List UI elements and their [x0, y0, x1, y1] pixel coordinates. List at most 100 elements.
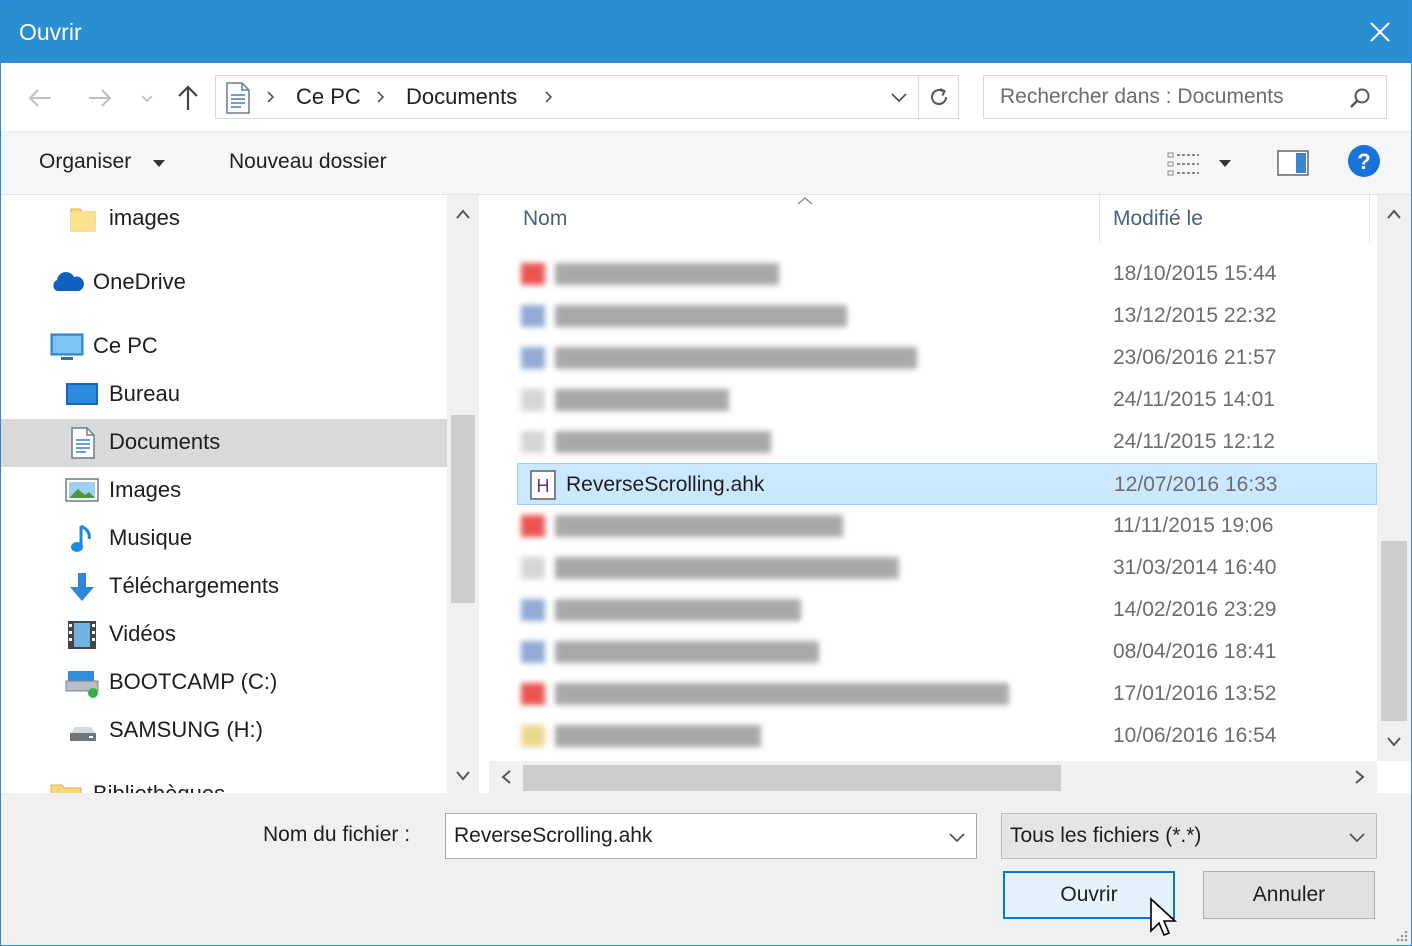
address-history-dropdown[interactable]: [888, 86, 910, 108]
arrow-right-icon: [89, 89, 112, 107]
organize-menu[interactable]: Organiser: [39, 150, 131, 174]
column-header-name[interactable]: Nom: [523, 207, 567, 231]
scrollbar-thumb[interactable]: [1381, 541, 1407, 721]
up-button[interactable]: [171, 81, 205, 115]
scrollbar-thumb[interactable]: [451, 415, 475, 603]
chevron-up-icon: [456, 209, 470, 219]
cancel-button[interactable]: Annuler: [1203, 871, 1375, 919]
file-list-horizontal-scrollbar[interactable]: [489, 761, 1377, 793]
ahk-file-icon: H: [530, 470, 556, 500]
address-bar[interactable]: Ce PC Documents: [215, 75, 959, 119]
chevron-down-icon: [1387, 737, 1401, 747]
file-row[interactable]: 24/11/2015 12:12: [517, 421, 1377, 463]
file-row[interactable]: 24/11/2015 14:01: [517, 379, 1377, 421]
column-divider[interactable]: [1099, 195, 1100, 243]
file-modified-date: 08/04/2016 18:41: [1113, 640, 1277, 663]
nav-item-images-folder[interactable]: images: [1, 195, 447, 243]
file-row[interactable]: 10/06/2016 16:54: [517, 715, 1377, 757]
file-modified-date: 24/11/2015 14:01: [1113, 388, 1275, 411]
recent-locations-button[interactable]: [135, 81, 159, 115]
file-row[interactable]: 13/12/2015 22:32: [517, 295, 1377, 337]
file-list-vertical-scrollbar[interactable]: [1377, 195, 1411, 761]
scroll-right-button[interactable]: [1345, 762, 1375, 792]
file-type-select[interactable]: Tous les fichiers (*.*): [1001, 813, 1377, 859]
chevron-right-icon: [267, 91, 275, 103]
nav-item-label: Vidéos: [109, 621, 176, 646]
redacted-file-name: [521, 431, 771, 453]
back-button[interactable]: [23, 81, 57, 115]
nav-item-this-pc[interactable]: Ce PC: [1, 323, 447, 371]
chevron-left-icon: [501, 770, 511, 784]
refresh-button[interactable]: [918, 76, 958, 118]
nav-item-onedrive[interactable]: OneDrive: [1, 259, 447, 307]
documents-icon: [71, 427, 95, 459]
open-file-dialog: Ouvrir Ce PC Documents Rechercher dans:…: [0, 0, 1412, 946]
forward-button[interactable]: [83, 81, 117, 115]
help-icon[interactable]: ?: [1347, 144, 1381, 178]
view-details-icon[interactable]: [1167, 150, 1201, 178]
navigation-pane-scrollbar[interactable]: [447, 195, 479, 793]
nav-item-videos[interactable]: Vidéos: [1, 611, 447, 659]
nav-item-label: OneDrive: [93, 269, 186, 294]
new-folder-button[interactable]: Nouveau dossier: [229, 150, 387, 174]
filename-combobox[interactable]: [445, 813, 977, 859]
search-input[interactable]: [984, 76, 1344, 118]
file-row[interactable]: H ReverseScrolling.ahk 12/07/2016 16:33: [517, 463, 1377, 505]
scroll-up-button[interactable]: [448, 199, 478, 229]
column-divider[interactable]: [1369, 195, 1370, 243]
file-row[interactable]: 17/01/2016 13:52: [517, 673, 1377, 715]
resize-grip-icon[interactable]: [1395, 929, 1409, 943]
scroll-up-button[interactable]: [1379, 199, 1409, 229]
svg-text:H: H: [537, 476, 550, 496]
command-bar: Organiser Nouveau dossier ?: [1, 131, 1411, 195]
nav-item-documents[interactable]: Documents: [1, 419, 447, 467]
nav-item-label: Ce PC: [93, 333, 158, 358]
file-row[interactable]: 14/02/2016 23:29: [517, 589, 1377, 631]
nav-item-bootcamp-c[interactable]: BOOTCAMP (C:): [1, 659, 447, 707]
search-icon[interactable]: [1348, 86, 1372, 110]
breadcrumb-documents[interactable]: Documents: [406, 84, 517, 110]
chevron-right-icon[interactable]: [374, 88, 388, 106]
nav-item-bibliotheques[interactable]: Bibliothèques: [1, 771, 447, 793]
nav-item-telechargements[interactable]: Téléchargements: [1, 563, 447, 611]
caret-down-icon[interactable]: [151, 158, 167, 170]
file-row[interactable]: 31/03/2014 16:40: [517, 547, 1377, 589]
music-icon: [71, 524, 91, 552]
libraries-icon: [50, 784, 82, 793]
chevron-down-icon[interactable]: [946, 826, 968, 848]
computer-icon: [50, 333, 84, 360]
redacted-file-name: [521, 599, 801, 621]
search-box[interactable]: [983, 75, 1387, 119]
nav-item-bureau[interactable]: Bureau: [1, 371, 447, 419]
file-row[interactable]: 11/11/2015 19:06: [517, 505, 1377, 547]
file-row[interactable]: 08/04/2016 18:41: [517, 631, 1377, 673]
scroll-down-button[interactable]: [1379, 727, 1409, 757]
nav-item-label: images: [109, 205, 180, 230]
scroll-left-button[interactable]: [491, 762, 521, 792]
view-options-dropdown[interactable]: [1217, 158, 1233, 170]
pictures-icon: [65, 478, 99, 502]
preview-pane-icon[interactable]: [1277, 148, 1309, 178]
file-row[interactable]: 23/06/2016 21:57: [517, 337, 1377, 379]
desktop-icon: [66, 383, 98, 405]
nav-item-musique[interactable]: Musique: [1, 515, 447, 563]
filename-input[interactable]: [446, 814, 936, 858]
title-bar: Ouvrir: [1, 1, 1411, 63]
file-row[interactable]: 18/10/2015 15:44: [517, 253, 1377, 295]
documents-icon: [226, 82, 250, 114]
chevron-right-icon[interactable]: [542, 88, 556, 106]
breadcrumb-this-pc[interactable]: Ce PC: [296, 84, 361, 110]
file-modified-date: 14/02/2016 23:29: [1113, 598, 1277, 621]
scrollbar-thumb[interactable]: [523, 765, 1061, 791]
close-button[interactable]: [1359, 11, 1401, 53]
file-type-value: Tous les fichiers (*.*): [1010, 824, 1202, 847]
close-icon: [1370, 22, 1390, 42]
column-header-modified[interactable]: Modifié le: [1113, 207, 1203, 231]
chevron-down-icon: [456, 771, 470, 781]
redacted-file-name: [521, 305, 847, 327]
nav-item-samsung-h[interactable]: SAMSUNG (H:): [1, 707, 447, 755]
scroll-down-button[interactable]: [448, 761, 478, 791]
redacted-file-name: [521, 683, 1009, 705]
sort-ascending-icon: [797, 197, 813, 205]
nav-item-images[interactable]: Images: [1, 467, 447, 515]
